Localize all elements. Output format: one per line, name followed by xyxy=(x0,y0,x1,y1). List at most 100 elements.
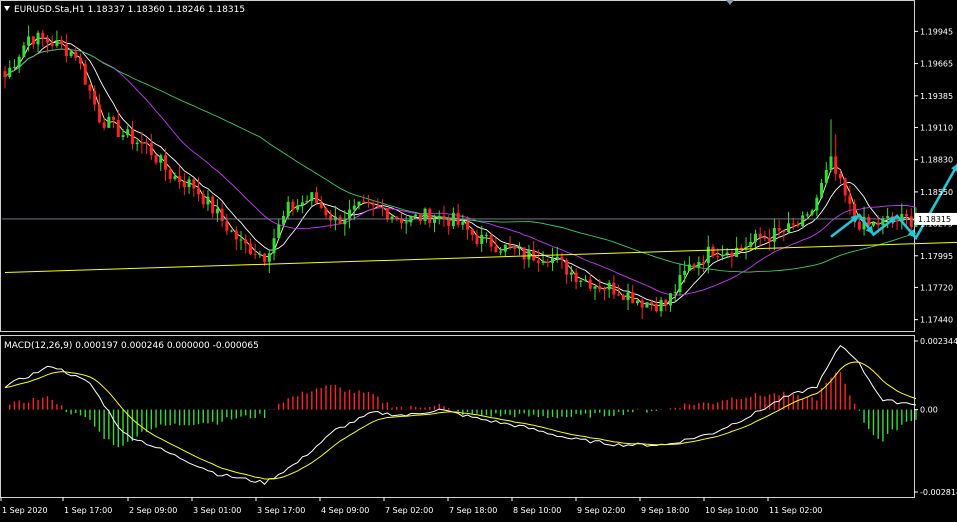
candle-body xyxy=(867,216,871,226)
candle-body xyxy=(409,216,413,223)
price-tick-label: 1.18830 xyxy=(920,156,953,165)
candle-body xyxy=(593,286,597,289)
candle-body xyxy=(69,51,73,57)
candle-body xyxy=(744,246,748,249)
candle-body xyxy=(461,221,465,225)
time-tick-label: 7 Sep 02:00 xyxy=(385,506,433,515)
time-tick-label: 3 Sep 17:00 xyxy=(257,506,305,515)
candle-body xyxy=(909,216,913,227)
candle-body xyxy=(79,58,83,64)
candle-body xyxy=(74,51,78,59)
candle-body xyxy=(277,224,281,239)
time-tick-label: 2 Sep 09:00 xyxy=(129,506,177,515)
candle-body xyxy=(753,233,757,242)
price-tick-label: 1.17995 xyxy=(920,252,953,261)
candle-body xyxy=(215,208,219,214)
candle-body xyxy=(579,280,583,282)
candle-body xyxy=(41,32,45,39)
candle-body xyxy=(93,90,97,105)
candle-body xyxy=(121,135,125,138)
candle-body xyxy=(338,216,342,225)
candle-body xyxy=(475,234,479,244)
candle-body xyxy=(305,200,309,203)
candle-body xyxy=(22,45,26,57)
candle-body xyxy=(333,216,337,221)
candle-body xyxy=(168,169,172,179)
candle-body xyxy=(758,233,762,238)
trading-chart[interactable]: 1.19945 1.19665 1.19385 1.19110 1.18830 1.185… xyxy=(0,0,957,518)
candle-body xyxy=(381,206,385,209)
candle-body xyxy=(527,249,531,260)
candle-body xyxy=(163,155,167,170)
candle-body xyxy=(517,247,521,249)
candle-body xyxy=(692,264,696,267)
candle-body xyxy=(348,209,352,220)
candle-body xyxy=(206,196,210,205)
candle-body xyxy=(376,205,380,207)
time-tick-label: 1 Sep 2020 xyxy=(2,506,48,515)
candle-body xyxy=(871,222,875,226)
candle-body xyxy=(27,36,31,46)
candle xyxy=(645,302,649,308)
candle-body xyxy=(239,239,243,241)
price-tick-label: 1.19665 xyxy=(920,60,953,69)
candle-body xyxy=(716,256,720,258)
candle-body xyxy=(834,156,838,174)
candle-body xyxy=(555,256,559,259)
candle-body xyxy=(659,299,663,312)
symbol-header: EURUSD.Sta,H1 1.18337 1.18360 1.18246 1.… xyxy=(14,5,245,15)
candle-body xyxy=(720,254,724,257)
candle-body xyxy=(201,194,205,205)
candle-body xyxy=(617,294,621,296)
candle-body xyxy=(140,142,144,144)
candle-body xyxy=(31,36,35,45)
candle-body xyxy=(135,142,139,144)
candle-body xyxy=(782,230,786,233)
chart-window[interactable]: 1.19945 1.19665 1.19385 1.19110 1.18830 1.185… xyxy=(0,0,957,518)
candle-body xyxy=(711,246,715,257)
candle-body xyxy=(253,254,257,256)
candle-body xyxy=(796,224,800,226)
candle-body xyxy=(848,195,852,204)
candle-body xyxy=(466,221,470,230)
candle-body xyxy=(678,274,682,293)
candle-body xyxy=(187,179,191,188)
time-tick-label: 1 Sep 17:00 xyxy=(64,506,112,515)
candle-body xyxy=(230,230,234,232)
candle-body xyxy=(272,238,276,254)
candle-body xyxy=(192,179,196,189)
candle-body xyxy=(126,129,130,136)
candle-body xyxy=(598,286,602,290)
candle-body xyxy=(905,213,909,217)
candle-body xyxy=(702,262,706,264)
time-tick-label: 4 Sep 09:00 xyxy=(321,506,369,515)
candle-body xyxy=(791,223,795,225)
candle-body xyxy=(551,258,555,263)
candle-body xyxy=(574,272,578,282)
candle-body xyxy=(319,203,323,208)
candle-body xyxy=(763,237,767,239)
candle-body xyxy=(8,67,12,77)
candle-body xyxy=(650,302,654,304)
candle-body xyxy=(536,260,540,263)
candle-body xyxy=(484,234,488,236)
time-tick-label: 11 Sep 02:00 xyxy=(769,506,822,515)
candle-body xyxy=(211,196,215,214)
price-tick-label: 1.19110 xyxy=(920,123,953,132)
candle-body xyxy=(343,219,347,225)
candle-body xyxy=(315,192,319,204)
candle-body xyxy=(352,205,356,210)
candle-body xyxy=(267,253,271,262)
candle-body xyxy=(664,299,668,306)
candle-body xyxy=(508,244,512,247)
candle-body xyxy=(607,282,611,290)
candle-body xyxy=(281,215,285,225)
candle-body xyxy=(17,56,21,67)
candle-body xyxy=(102,122,106,128)
candle-body xyxy=(428,208,432,223)
candle-body xyxy=(418,214,422,221)
candle-body xyxy=(404,222,408,224)
current-price-tag: 1.18315 xyxy=(915,212,957,225)
candle-body xyxy=(654,303,658,312)
time-tick-label: 3 Sep 01:00 xyxy=(193,506,241,515)
